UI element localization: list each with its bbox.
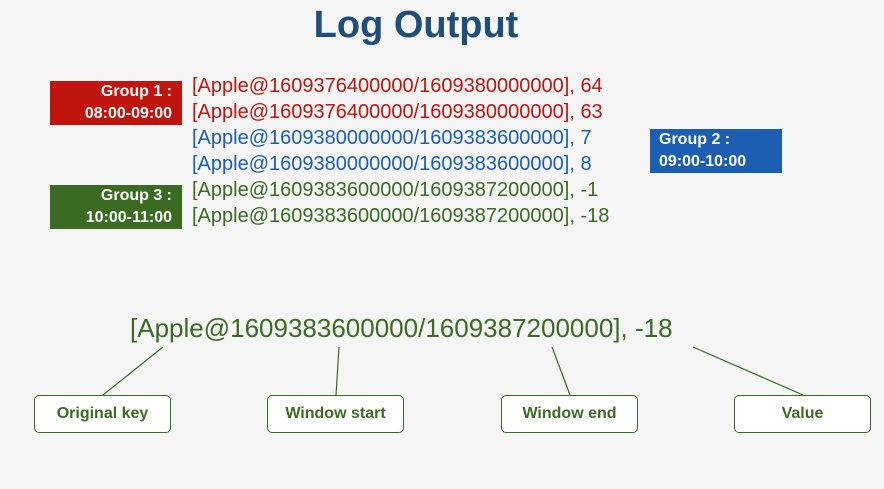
callout-window-end: Window end [501, 395, 638, 433]
callout-window-start: Window start [267, 395, 404, 433]
connector-window-start [335, 346, 340, 396]
connector-window-end [551, 346, 571, 396]
connector-original-key [102, 346, 164, 396]
connector-value [692, 346, 804, 396]
callout-value: Value [734, 395, 871, 433]
callout-original-key: Original key [34, 395, 171, 433]
